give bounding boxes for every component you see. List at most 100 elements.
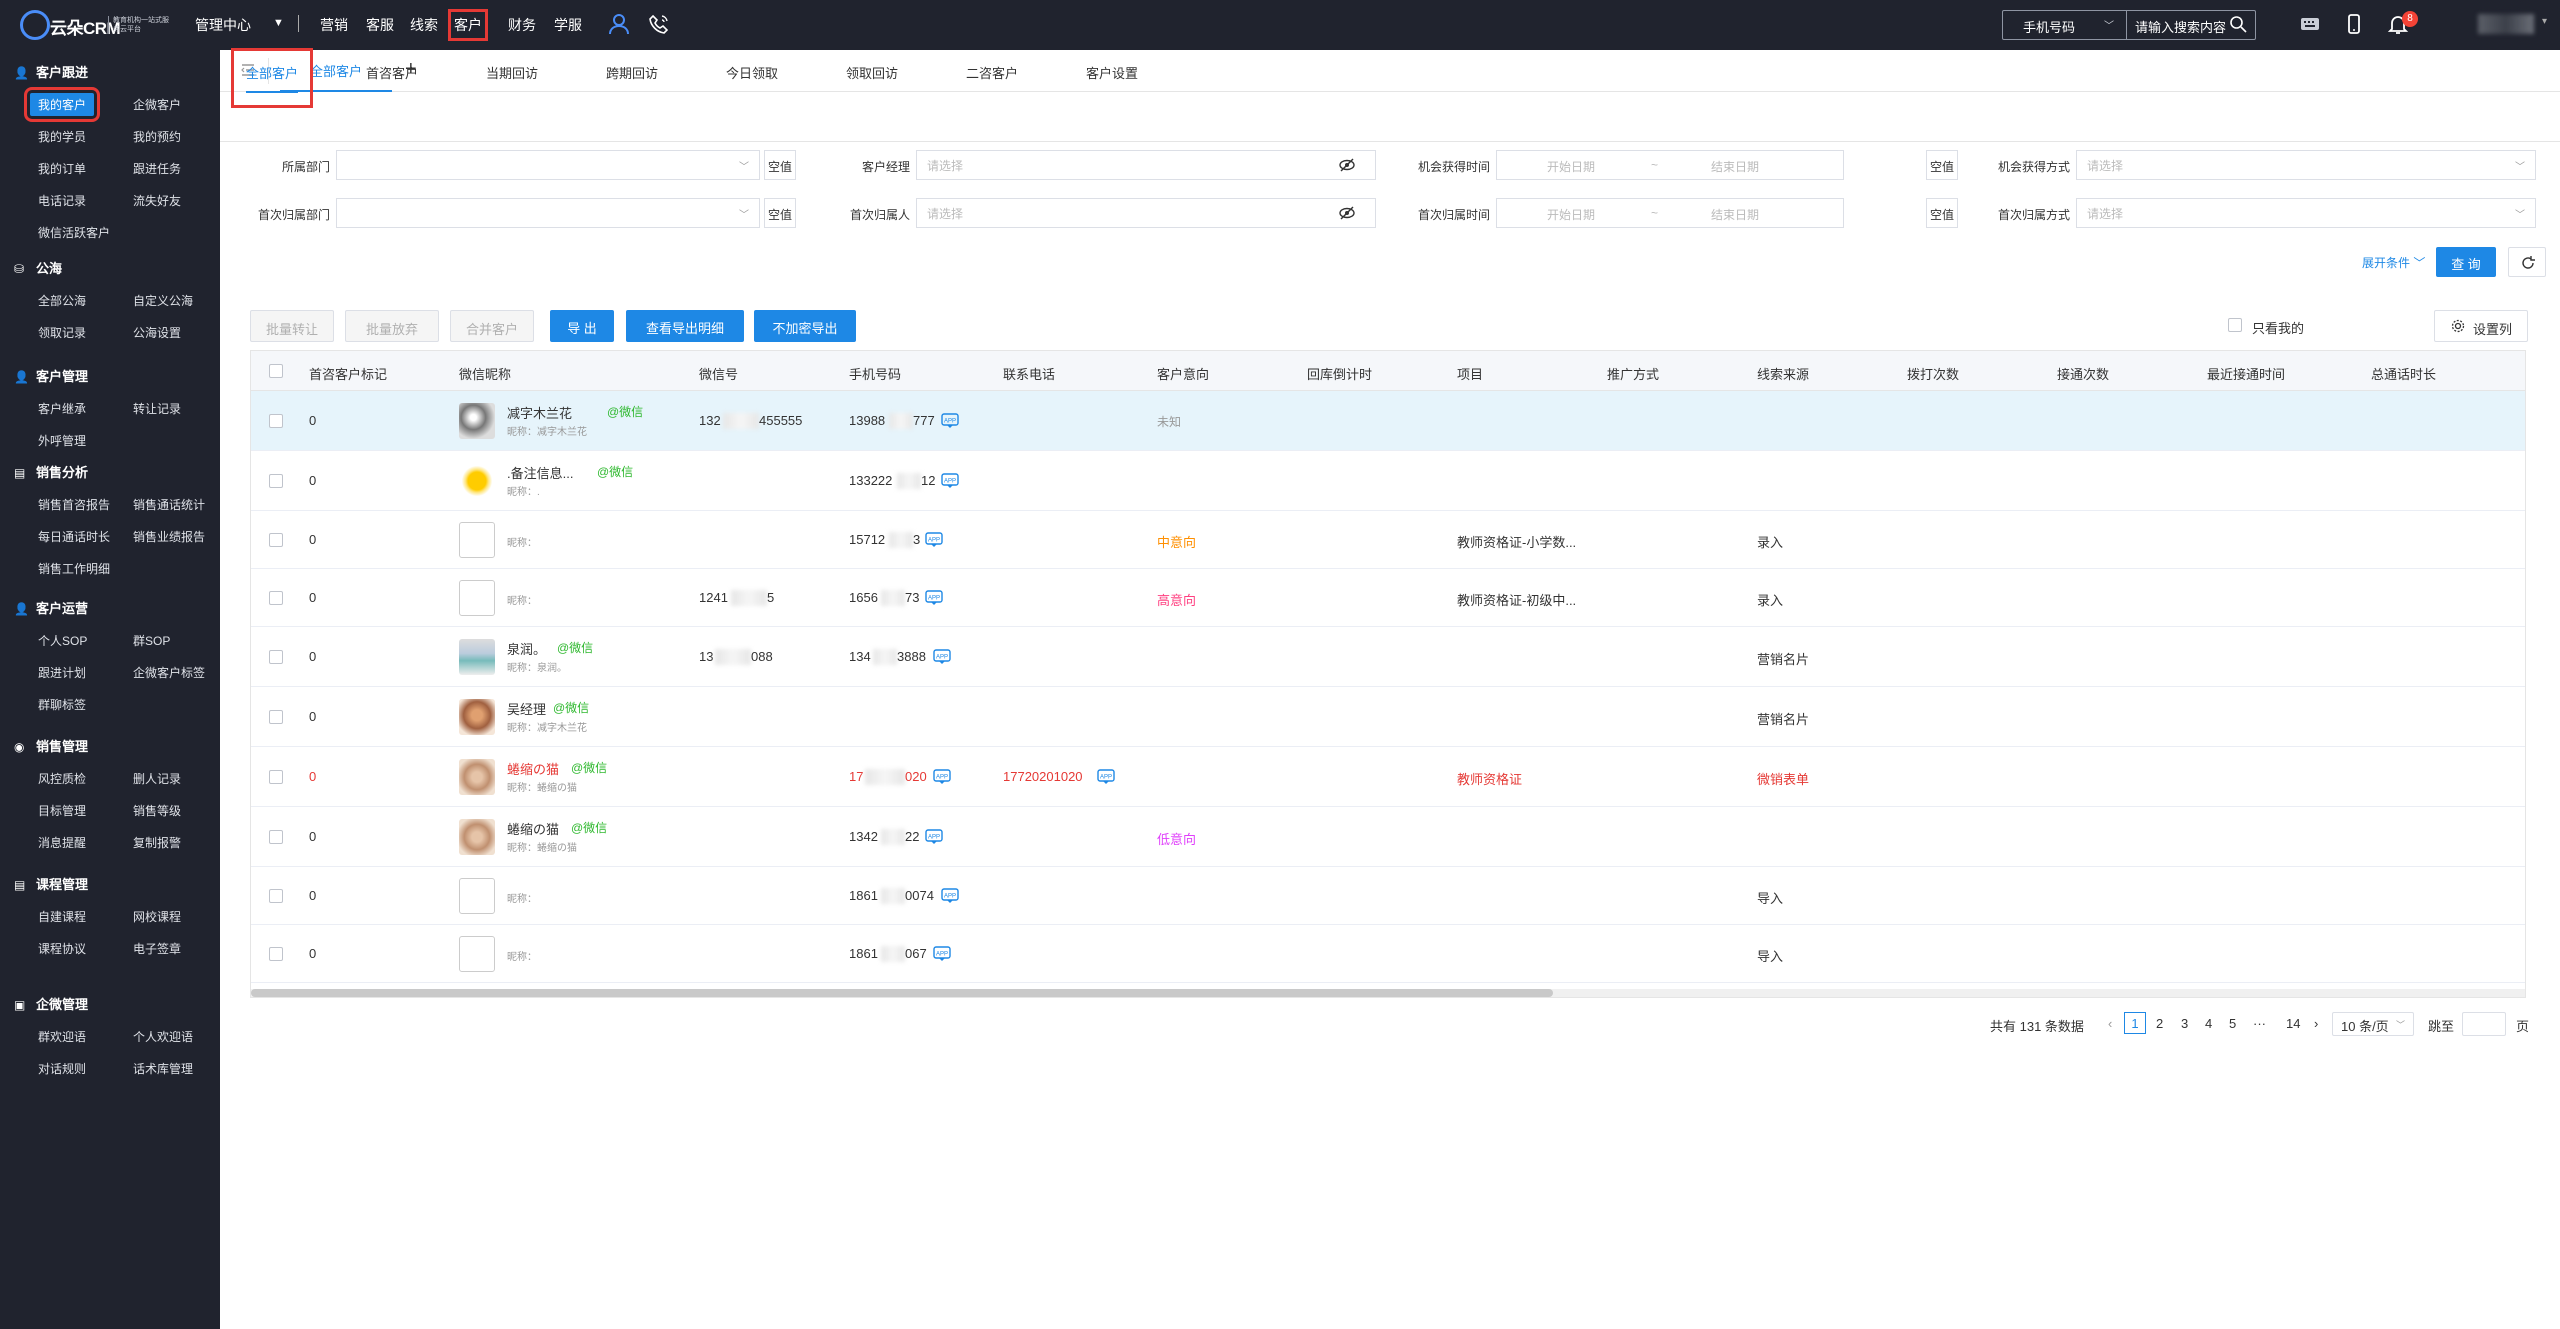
sidebar-item[interactable]: 话术库管理: [133, 1060, 193, 1077]
export-button[interactable]: 导 出: [550, 310, 614, 342]
first-owner-select[interactable]: 请选择: [916, 198, 1376, 228]
app-call-icon[interactable]: APP: [941, 888, 959, 904]
row-checkbox[interactable]: [269, 414, 283, 428]
sidebar-item[interactable]: 销售首咨报告: [38, 496, 110, 513]
mobile-icon[interactable]: [2342, 12, 2366, 36]
sidebar-item[interactable]: 企微客户标签: [133, 664, 205, 681]
horizontal-scrollbar[interactable]: [251, 989, 2525, 997]
row-checkbox[interactable]: [269, 889, 283, 903]
table-row[interactable]: 0 昵称： 1861 067 APP 导入: [251, 925, 2525, 983]
keyboard-icon[interactable]: [2298, 12, 2322, 36]
page-number[interactable]: 4: [2205, 1016, 2212, 1031]
prev-page-button[interactable]: ‹: [2108, 1016, 2112, 1031]
subtab-1[interactable]: 首咨客户: [366, 63, 418, 82]
sidebar-group-2[interactable]: 👤 客户管理: [14, 366, 88, 385]
app-call-icon[interactable]: APP: [941, 413, 959, 429]
subtab-4[interactable]: 今日领取: [726, 63, 778, 82]
sidebar-group-3[interactable]: ▤ 销售分析: [14, 462, 88, 481]
table-row[interactable]: 0 昵称： 15712 3 APP 中意向 教师资格证-小学数... 录入: [251, 511, 2525, 569]
search-type-select[interactable]: 手机号码 ﹀: [2003, 11, 2127, 39]
sidebar-item[interactable]: 我的订单: [38, 160, 86, 177]
eye-hidden-icon[interactable]: [1339, 206, 1355, 220]
page-current[interactable]: 1: [2124, 1012, 2146, 1034]
sidebar-item[interactable]: 转让记录: [133, 400, 181, 417]
sidebar-item[interactable]: 我的预约: [133, 128, 181, 145]
opp-time-range[interactable]: 开始日期 ~ 结束日期: [1496, 150, 1844, 180]
subtab-6[interactable]: 二咨客户: [966, 63, 1018, 82]
table-row[interactable]: 0 昵称： 1241 5 1656 73 APP 高意向 教师资格证-初级中... 录入: [251, 569, 2525, 627]
sidebar-item[interactable]: 客户继承: [38, 400, 86, 417]
top-nav-1[interactable]: 客服: [366, 15, 394, 35]
sidebar-item[interactable]: 课程协议: [38, 940, 86, 957]
top-nav-2[interactable]: 线索: [410, 15, 438, 35]
page-number[interactable]: 3: [2181, 1016, 2188, 1031]
sidebar-item[interactable]: 每日通话时长: [38, 528, 110, 545]
logo[interactable]: 云朵CRM 教育机构一站式服务云平台: [20, 8, 169, 42]
chevron-down-icon[interactable]: ▼: [273, 17, 284, 29]
page-number[interactable]: 2: [2156, 1016, 2163, 1031]
top-nav-4[interactable]: 财务: [508, 15, 536, 35]
jump-page-input[interactable]: [2462, 1012, 2506, 1036]
sidebar-group-5[interactable]: ◉ 销售管理: [14, 736, 88, 755]
sidebar-item[interactable]: 目标管理: [38, 802, 86, 819]
only-mine-checkbox[interactable]: 只看我的: [2228, 318, 2304, 337]
sidebar-group-4[interactable]: 👤 客户运营: [14, 598, 88, 617]
sidebar-item[interactable]: 外呼管理: [38, 432, 86, 449]
expand-filters-link[interactable]: 展开条件 ﹀: [2362, 254, 2425, 271]
sidebar-group-7[interactable]: ▣ 企微管理: [14, 994, 88, 1013]
subtab-5[interactable]: 领取回访: [846, 63, 898, 82]
sidebar-item[interactable]: 自定义公海: [133, 292, 193, 309]
refresh-button[interactable]: [2508, 247, 2546, 277]
dept-select[interactable]: ﹀: [336, 150, 760, 180]
page-number[interactable]: 14: [2286, 1016, 2300, 1031]
batch-release-button[interactable]: 批量放弃: [345, 310, 439, 342]
sidebar-item[interactable]: 公海设置: [133, 324, 181, 341]
table-row[interactable]: 0 蜷缩の猫 @微信 昵称：蜷缩の猫 1342 22 APP 低意向: [251, 807, 2525, 867]
app-call-icon[interactable]: APP: [933, 649, 951, 665]
export-detail-button[interactable]: 查看导出明细: [626, 310, 744, 342]
scrollbar-thumb[interactable]: [251, 989, 1553, 997]
sidebar-item[interactable]: 风控质检: [38, 770, 86, 787]
sidebar-item[interactable]: 个人SOP: [38, 632, 87, 649]
table-row[interactable]: 0 吴经理 @微信 昵称：减字木兰花 营销名片: [251, 687, 2525, 747]
subtab-0[interactable]: 全部客户: [230, 48, 314, 108]
app-call-icon[interactable]: APP: [933, 769, 951, 785]
sidebar-item[interactable]: 对话规则: [38, 1060, 86, 1077]
sidebar-item[interactable]: 个人欢迎语: [133, 1028, 193, 1045]
table-row[interactable]: 0 蜷缩の猫 @微信 昵称：蜷缩の猫 17 020 APP 17720201020 APP 教师资…: [251, 747, 2525, 807]
app-call-icon[interactable]: APP: [941, 473, 959, 489]
opp-method-select[interactable]: 请选择 ﹀: [2076, 150, 2536, 180]
select-all-checkbox[interactable]: [269, 364, 283, 378]
table-row[interactable]: 0 泉润。 @微信 昵称：泉润。 13 088 134 3888 APP 营销名片: [251, 627, 2525, 687]
row-checkbox[interactable]: [269, 770, 283, 784]
sidebar-item[interactable]: 网校课程: [133, 908, 181, 925]
subtab-3[interactable]: 跨期回访: [606, 63, 658, 82]
sidebar-item[interactable]: 微信活跃客户: [38, 224, 110, 241]
export-unencrypted-button[interactable]: 不加密导出: [754, 310, 856, 342]
sidebar-item[interactable]: 流失好友: [133, 192, 181, 209]
sidebar-item[interactable]: 我的客户: [23, 87, 101, 122]
row-checkbox[interactable]: [269, 710, 283, 724]
app-call-icon[interactable]: APP: [1097, 769, 1115, 785]
sidebar-item[interactable]: 跟进计划: [38, 664, 86, 681]
first-time-range[interactable]: 开始日期 ~ 结束日期: [1496, 198, 1844, 228]
row-checkbox[interactable]: [269, 591, 283, 605]
sidebar-item[interactable]: 群SOP: [133, 632, 170, 649]
search-input[interactable]: 请输入搜索内容: [2135, 17, 2226, 36]
sidebar-item[interactable]: 我的学员: [38, 128, 86, 145]
table-row[interactable]: 0 减字木兰花 @微信 昵称：减字木兰花 132 455555 13988 777 APP 未知: [251, 391, 2525, 451]
first-method-select[interactable]: 请选择 ﹀: [2076, 198, 2536, 228]
app-call-icon[interactable]: APP: [925, 590, 943, 606]
set-columns-button[interactable]: 设置列: [2434, 310, 2528, 342]
user-name[interactable]: [2478, 14, 2534, 34]
chevron-down-icon[interactable]: ▾: [2542, 16, 2547, 27]
app-call-icon[interactable]: APP: [925, 829, 943, 845]
sidebar-group-6[interactable]: ▤ 课程管理: [14, 874, 88, 893]
page-number[interactable]: ···: [2253, 1016, 2266, 1031]
row-checkbox[interactable]: [269, 947, 283, 961]
next-page-button[interactable]: ›: [2314, 1016, 2318, 1031]
sidebar-item[interactable]: 自建课程: [38, 908, 86, 925]
subtab-7[interactable]: 客户设置: [1086, 63, 1138, 82]
sidebar-group-0[interactable]: 👤 客户跟进: [14, 62, 88, 81]
sidebar-item[interactable]: 销售通话统计: [133, 496, 205, 513]
